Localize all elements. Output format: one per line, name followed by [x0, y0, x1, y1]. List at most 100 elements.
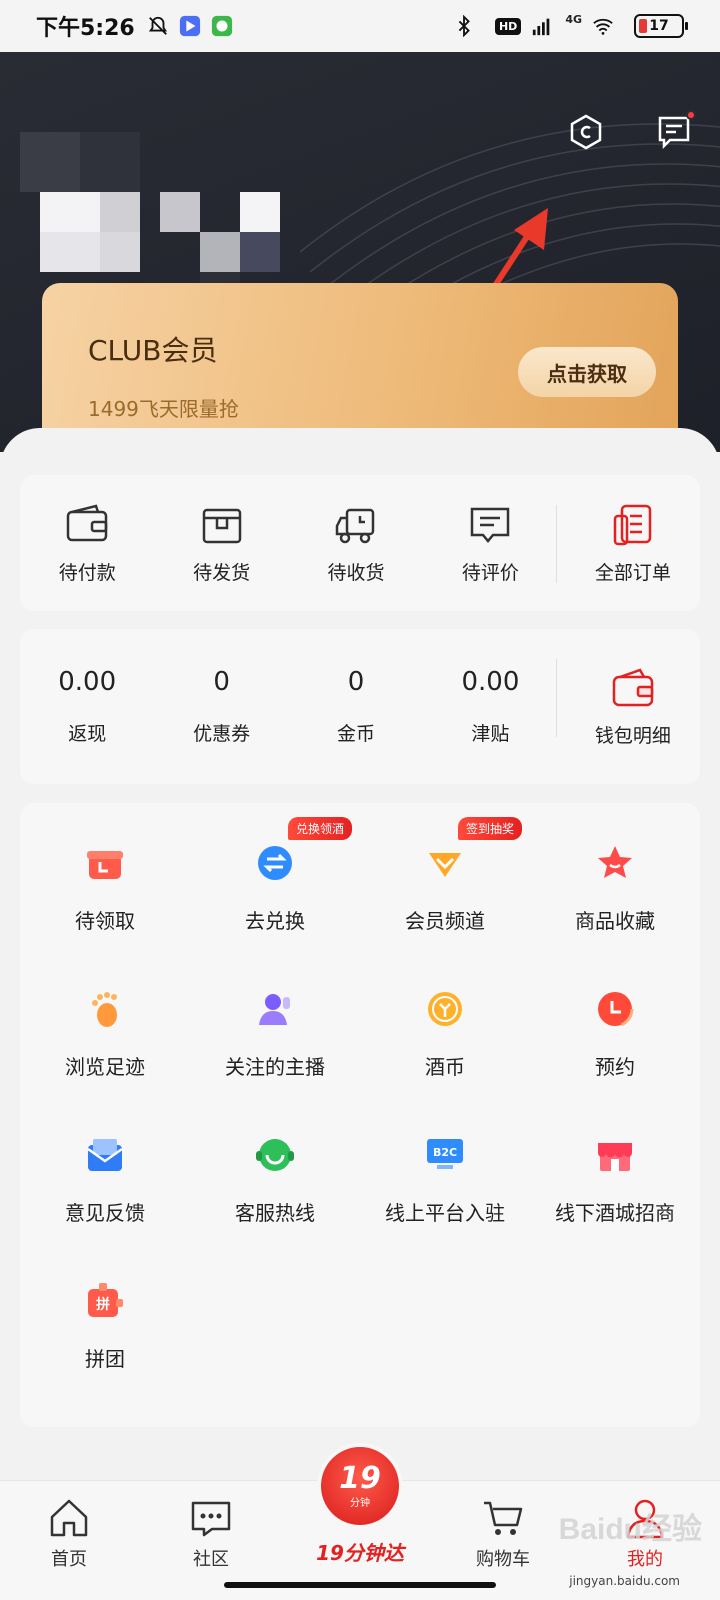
tool-vip-channel[interactable]: 签到抽奖 会员频道: [360, 817, 530, 934]
order-label: 待评价: [461, 561, 519, 584]
nav-cart[interactable]: 购物车: [448, 1495, 558, 1571]
cart-icon: [484, 1501, 523, 1535]
network-type: 4G: [565, 12, 582, 26]
delivery-number: 19: [339, 1460, 381, 1496]
headset-icon: [256, 1139, 294, 1171]
wallet-icon: [66, 504, 108, 541]
bell-muted-icon: [148, 16, 167, 35]
wallet-allowance[interactable]: 0.00 津贴: [423, 667, 557, 746]
exchange-icon: [258, 846, 292, 880]
tool-exchange[interactable]: 兑换领酒 去兑换: [190, 817, 360, 934]
tool-followed-streamers[interactable]: 关注的主播: [190, 989, 360, 1080]
wallet-label: 津贴: [471, 723, 510, 745]
tool-label: 客服热线: [235, 1201, 315, 1225]
wallet-details[interactable]: 钱包明细: [566, 665, 700, 748]
truck-icon: [335, 508, 375, 543]
footprint-icon: [92, 992, 117, 1027]
tool-label: 线上平台入驻: [385, 1201, 505, 1225]
wallet-coupons[interactable]: 0 优惠券: [154, 667, 288, 746]
clock-icon: [596, 990, 634, 1028]
wallet-label: 返现: [68, 723, 107, 745]
exchange-badge: 兑换领酒: [288, 817, 353, 840]
b2c-monitor-icon: B2C: [427, 1139, 463, 1169]
get-club-button[interactable]: 点击获取: [518, 347, 656, 397]
tool-label: 去兑换: [245, 909, 305, 933]
wallet-label: 钱包明细: [594, 725, 671, 747]
order-pending-payment[interactable]: 待付款: [20, 502, 154, 585]
gift-box-icon: [87, 851, 123, 879]
order-label: 待发货: [193, 561, 251, 584]
order-label: 待收货: [327, 561, 385, 584]
status-time: 下午5:26: [36, 16, 135, 41]
unread-dot: [686, 110, 696, 120]
wallet-card: 0.00 返现 0 优惠券 0 金币 0.00 津贴 钱包明细: [20, 629, 700, 784]
club-subtitle: 1499飞天限量抢: [88, 397, 239, 421]
nav-label: 我的: [627, 1549, 663, 1570]
wallet-value: 0: [213, 667, 230, 697]
tool-online-platform[interactable]: B2C 线上平台入驻: [360, 1135, 530, 1226]
order-pending-shipment[interactable]: 待发货: [154, 502, 288, 585]
store-icon: [598, 1143, 632, 1171]
wallet-value: 0: [347, 667, 365, 697]
signal-icon: [533, 18, 550, 36]
app-green-icon: [211, 15, 232, 37]
tool-label: 商品收藏: [575, 909, 655, 933]
nav-label: 首页: [51, 1549, 87, 1570]
battery-level: 17: [649, 18, 669, 34]
hd-badge: HD: [494, 17, 522, 35]
battery-indicator: 17: [634, 14, 688, 38]
wallet-label: 金币: [337, 723, 376, 745]
wallet-detail-icon: [612, 668, 654, 707]
tool-favorites[interactable]: 商品收藏: [530, 843, 700, 934]
streamer-icon: [259, 994, 290, 1025]
wallet-value: 0.00: [58, 667, 117, 697]
settings-hexagon-icon[interactable]: [564, 110, 608, 154]
delivery-badge-icon: 19 分钟: [317, 1443, 403, 1529]
tool-reservation[interactable]: 预约: [530, 989, 700, 1080]
order-list-icon: [613, 504, 652, 545]
divider: [556, 659, 557, 737]
nav-label: 19分钟达: [316, 1541, 404, 1565]
tool-pending-claim[interactable]: 待领取: [20, 843, 190, 934]
order-label: 全部订单: [594, 561, 671, 584]
tool-label: 拼团: [85, 1347, 125, 1371]
nav-home[interactable]: 首页: [14, 1495, 124, 1571]
tool-feedback[interactable]: 意见反馈: [20, 1135, 190, 1226]
nav-label: 社区: [193, 1549, 229, 1570]
tool-wine-coins[interactable]: 酒币: [360, 989, 530, 1080]
chat-bubble-icon: [191, 1501, 231, 1537]
nav-label: 购物车: [476, 1549, 530, 1570]
coin-icon: [428, 992, 462, 1026]
message-button[interactable]: [652, 110, 696, 154]
order-pending-receipt[interactable]: 待收货: [289, 502, 423, 585]
home-indicator[interactable]: [224, 1582, 496, 1588]
wallet-gold-coins[interactable]: 0 金币: [289, 667, 423, 746]
comment-icon: [471, 507, 510, 543]
divider: [556, 505, 557, 583]
tool-offline-store[interactable]: 线下酒城招商: [530, 1135, 700, 1226]
tool-history[interactable]: 浏览足迹: [20, 989, 190, 1080]
mail-icon: [87, 1139, 123, 1171]
baidu-watermark: Baidu经验: [558, 1513, 702, 1546]
club-title: CLUB会员: [88, 334, 218, 367]
vip-badge: 签到抽奖: [458, 817, 523, 840]
wallet-label: 优惠券: [193, 723, 251, 745]
wallet-cashback[interactable]: 0.00 返现: [20, 667, 154, 746]
nav-community[interactable]: 社区: [156, 1495, 266, 1571]
tool-label: 预约: [595, 1055, 635, 1079]
tool-label: 意见反馈: [65, 1201, 145, 1225]
tool-label: 关注的主播: [225, 1055, 325, 1079]
orders-card: 待付款 待发货 待收货 待评价 全部订单: [20, 475, 700, 611]
status-bar: 下午5:26 HD 4G 17: [0, 0, 720, 52]
home-icon: [50, 1499, 88, 1537]
app-play-icon: [179, 15, 200, 37]
wifi-icon: [593, 18, 613, 35]
nav-19-minute-delivery[interactable]: 19 分钟 19分钟达: [310, 1443, 410, 1566]
tool-customer-service[interactable]: 客服热线: [190, 1135, 360, 1226]
tools-card: 待领取 兑换领酒 去兑换 签到抽奖 会员频道 商品收藏 浏览足迹 关注的主播 酒…: [20, 803, 700, 1427]
tool-label: 会员频道: [405, 909, 485, 933]
order-pending-review[interactable]: 待评价: [423, 502, 557, 585]
star-icon: [598, 846, 632, 878]
order-all[interactable]: 全部订单: [566, 502, 700, 585]
tool-group-buy[interactable]: 拼 拼团: [20, 1281, 190, 1372]
